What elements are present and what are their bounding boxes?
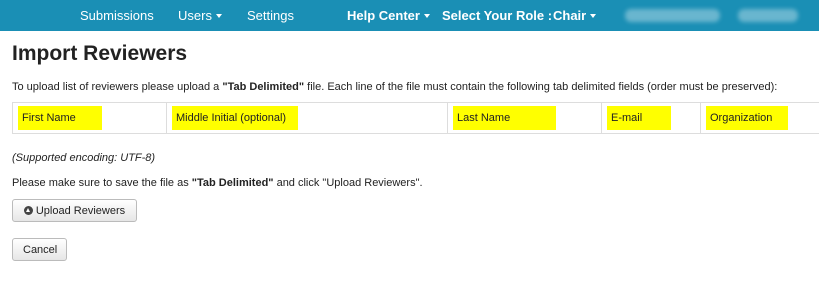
redacted-user-name bbox=[625, 9, 720, 22]
nav-users-label: Users bbox=[178, 8, 212, 23]
nav-settings[interactable]: Settings bbox=[247, 0, 294, 31]
caret-down-icon bbox=[215, 14, 222, 18]
role-dropdown[interactable]: Chair bbox=[553, 0, 597, 31]
role-label: Chair bbox=[553, 8, 587, 23]
select-role-label: Select Your Role : bbox=[442, 8, 553, 23]
field-last-name: Last Name bbox=[453, 106, 556, 130]
nav-help-center-dropdown[interactable]: Help Center bbox=[347, 0, 430, 31]
encoding-note: (Supported encoding: UTF-8) bbox=[12, 152, 156, 164]
field-organization: Organization bbox=[706, 106, 788, 130]
field-cell: E-mail bbox=[601, 102, 701, 134]
nav-help-center-label: Help Center bbox=[347, 8, 420, 23]
field-cell: Organization bbox=[700, 102, 819, 134]
table-row: First Name Middle Initial (optional) Las… bbox=[12, 102, 819, 134]
field-cell: First Name bbox=[12, 102, 167, 134]
caret-down-icon bbox=[423, 14, 430, 18]
nav-submissions[interactable]: Submissions bbox=[80, 0, 154, 31]
field-email: E-mail bbox=[607, 106, 671, 130]
redacted-user-menu bbox=[738, 9, 798, 22]
cancel-button[interactable]: Cancel bbox=[12, 238, 67, 261]
upload-instructions: To upload list of reviewers please uploa… bbox=[12, 81, 778, 93]
upload-reviewers-button[interactable]: Upload Reviewers bbox=[12, 199, 137, 222]
field-cell: Last Name bbox=[447, 102, 602, 134]
save-instructions: Please make sure to save the file as "Ta… bbox=[12, 177, 423, 189]
field-first-name: First Name bbox=[18, 106, 102, 130]
fields-table: First Name Middle Initial (optional) Las… bbox=[12, 102, 819, 134]
upload-reviewers-label: Upload Reviewers bbox=[35, 205, 126, 217]
page-title: Import Reviewers bbox=[12, 42, 188, 65]
caret-down-icon bbox=[590, 14, 597, 18]
top-navbar: Submissions Users Settings Help Center S… bbox=[0, 0, 819, 31]
upload-icon bbox=[23, 206, 33, 215]
nav-users-dropdown[interactable]: Users bbox=[178, 0, 222, 31]
field-cell: Middle Initial (optional) bbox=[166, 102, 448, 134]
field-middle-initial: Middle Initial (optional) bbox=[172, 106, 298, 130]
